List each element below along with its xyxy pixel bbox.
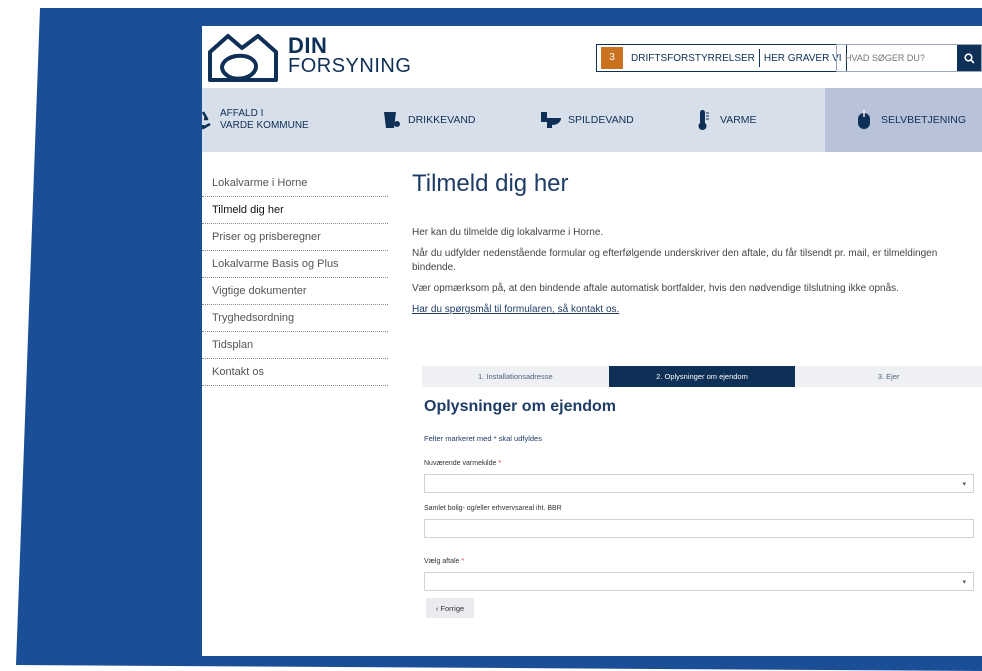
heat-source-label: Nuværende varmekilde *: [424, 460, 501, 467]
heat-source-label-text: Nuværende varmekilde: [424, 460, 497, 467]
sidebar-item-lokalvarme[interactable]: Lokalvarme i Horne: [202, 170, 388, 197]
main-content: Tilmeld dig her Her kan du tilmelde dig …: [412, 170, 982, 324]
agreement-select[interactable]: ▾: [424, 572, 974, 591]
previous-button[interactable]: ‹ Forrige: [426, 598, 474, 618]
page-title: Tilmeld dig her: [412, 170, 569, 197]
search-box: [836, 44, 982, 72]
nav-affald-line2: VARDE KOMMUNE: [220, 120, 309, 131]
intro-paragraph-2: Når du udfylder nedenstående formular og…: [412, 248, 938, 273]
required-note: Felter markeret med * skal udfyldes: [424, 434, 542, 443]
sidebar-item-tidsplan[interactable]: Tidsplan: [202, 332, 388, 359]
search-input[interactable]: [837, 45, 957, 71]
nav-selvbetjening[interactable]: SELVBETJENING: [825, 88, 982, 152]
disruptions-link[interactable]: DRIFTSFORSTYRRELSER: [627, 53, 759, 64]
logo-line1: DIN: [288, 33, 328, 58]
header: DIN FORSYNING 3 DRIFTSFORSTYRRELSER HER …: [202, 26, 982, 88]
house-logo-icon: [208, 34, 278, 82]
sidebar-item-tryghed[interactable]: Tryghedsordning: [202, 305, 388, 332]
nav-spildevand[interactable]: SPILDEVAND: [540, 88, 634, 152]
search-button[interactable]: [957, 45, 981, 71]
thermometer-icon: [692, 109, 714, 131]
area-label: Samlet bolig- og/eller erhvervsareal iht…: [424, 505, 562, 512]
search-icon: [963, 52, 975, 64]
required-star: *: [461, 558, 465, 565]
digging-link[interactable]: HER GRAVER VI: [760, 53, 846, 64]
chevron-down-icon: ▾: [962, 579, 966, 586]
intro-text: Her kan du tilmelde dig lokalvarme i Hor…: [412, 226, 982, 317]
agreement-label: Vælg aftale *: [424, 558, 464, 565]
form-title: Oplysninger om ejendom: [424, 398, 617, 415]
nav-varme[interactable]: VARME: [692, 88, 757, 152]
nav-selvbetjening-label: SELVBETJENING: [881, 114, 966, 126]
nav-spildevand-label: SPILDEVAND: [568, 114, 634, 126]
contact-link[interactable]: Har du spørgsmål til formularen, så kont…: [412, 304, 619, 315]
step-ejer[interactable]: 3. Ejer: [795, 366, 982, 387]
logo[interactable]: DIN FORSYNING: [206, 30, 411, 82]
nav-affald[interactable]: AFFALD I VARDE KOMMUNE: [202, 88, 309, 152]
intro-paragraph-3: Vær opmærksom på, at den bindende aftale…: [412, 283, 899, 294]
intro-paragraph-1: Her kan du tilmelde dig lokalvarme i Hor…: [412, 227, 604, 238]
toilet-icon: [540, 109, 562, 131]
nav-drikkevand-label: DRIKKEVAND: [408, 114, 476, 126]
nav-drikkevand[interactable]: DRIKKEVAND: [380, 88, 476, 152]
sidebar-item-kontakt[interactable]: Kontakt os: [202, 359, 388, 386]
sidebar-item-tilmeld[interactable]: Tilmeld dig her: [202, 197, 388, 224]
nav-varme-label: VARME: [720, 114, 757, 126]
heat-source-select[interactable]: ▾: [424, 474, 974, 493]
step-installationsadresse[interactable]: 1. Installationsadresse: [422, 366, 609, 387]
recycle-icon: [202, 109, 214, 131]
property-form: Oplysninger om ejendom Felter markeret m…: [424, 398, 982, 618]
alerts-bar: 3 DRIFTSFORSTYRRELSER HER GRAVER VI: [596, 44, 847, 72]
form-stepper: 1. Installationsadresse 2. Oplysninger o…: [422, 366, 982, 387]
logo-line2: FORSYNING: [288, 55, 412, 77]
sidebar: Lokalvarme i Horne Tilmeld dig her Prise…: [202, 170, 388, 386]
sidebar-item-dokumenter[interactable]: Vigtige dokumenter: [202, 278, 388, 305]
nav-affald-line1: AFFALD I: [220, 108, 264, 119]
sidebar-item-priser[interactable]: Priser og prisberegner: [202, 224, 388, 251]
step-oplysninger[interactable]: 2. Oplysninger om ejendom: [608, 366, 796, 387]
chevron-down-icon: ▾: [962, 481, 966, 488]
water-glass-icon: [380, 109, 402, 131]
website: DIN FORSYNING 3 DRIFTSFORSTYRRELSER HER …: [202, 26, 982, 656]
sidebar-item-basis-plus[interactable]: Lokalvarme Basis og Plus: [202, 251, 388, 278]
mouse-icon: [853, 109, 875, 131]
required-star: *: [498, 460, 502, 467]
agreement-label-text: Vælg aftale: [424, 558, 460, 565]
alert-count-badge[interactable]: 3: [601, 47, 623, 69]
main-nav: AFFALD I VARDE KOMMUNE DRIKKEVAND SPILDE…: [202, 88, 982, 152]
area-input[interactable]: [424, 519, 974, 538]
